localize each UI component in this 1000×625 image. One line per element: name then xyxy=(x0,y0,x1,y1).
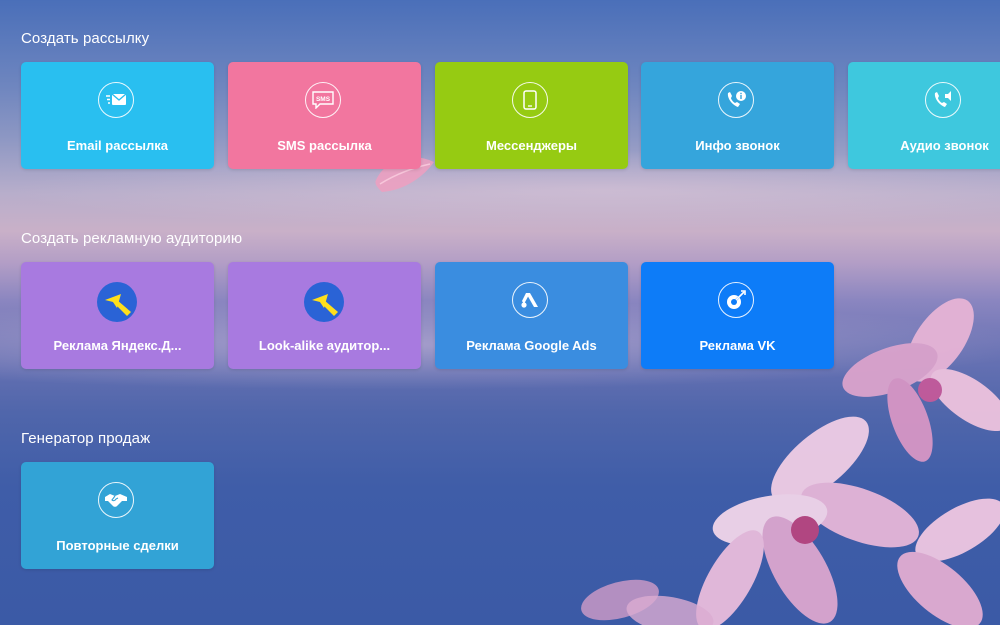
yandex-direct-icon xyxy=(304,282,344,322)
smartphone-icon xyxy=(512,82,548,118)
tile-label: Look-alike аудитор... xyxy=(258,338,391,353)
vk-ads-tile[interactable]: Реклама VK xyxy=(641,262,834,369)
messengers-tile[interactable]: Мессенджеры xyxy=(435,62,628,169)
tile-label: Реклама VK xyxy=(699,338,776,353)
audio-call-icon xyxy=(925,82,961,118)
tile-label: Инфо звонок xyxy=(695,138,780,153)
tile-label: Email рассылка xyxy=(66,138,169,153)
info-call-icon xyxy=(718,82,754,118)
email-mailing-tile[interactable]: Email рассылка xyxy=(21,62,214,169)
tile-label: Аудио звонок xyxy=(900,138,989,153)
tile-label: Реклама Google Ads xyxy=(466,338,597,353)
google-ads-icon xyxy=(512,282,548,318)
google-ads-tile[interactable]: Реклама Google Ads xyxy=(435,262,628,369)
section-title-mailing: Создать рассылку xyxy=(21,30,150,47)
sms-icon: SMS xyxy=(305,82,341,118)
look-alike-tile[interactable]: Look-alike аудитор... xyxy=(228,262,421,369)
tile-label: Мессенджеры xyxy=(486,138,577,153)
section-title-sales: Генератор продаж xyxy=(21,430,151,447)
info-call-tile[interactable]: Инфо звонок xyxy=(641,62,834,169)
sms-mailing-tile[interactable]: SMS SMS рассылка xyxy=(228,62,421,169)
repeat-deals-tile[interactable]: Повторные сделки xyxy=(21,462,214,569)
email-icon xyxy=(98,82,134,118)
tile-label: SMS рассылка xyxy=(277,138,372,153)
svg-text:SMS: SMS xyxy=(316,96,331,103)
vk-ads-icon xyxy=(718,282,754,318)
tile-label: Реклама Яндекс.Д... xyxy=(53,338,182,353)
tile-label: Повторные сделки xyxy=(56,538,179,553)
audio-call-tile[interactable]: Аудио звонок xyxy=(848,62,1000,169)
section-title-audience: Создать рекламную аудиторию xyxy=(21,230,243,247)
yandex-direct-icon xyxy=(97,282,137,322)
handshake-icon xyxy=(98,482,134,518)
yandex-direct-tile[interactable]: Реклама Яндекс.Д... xyxy=(21,262,214,369)
